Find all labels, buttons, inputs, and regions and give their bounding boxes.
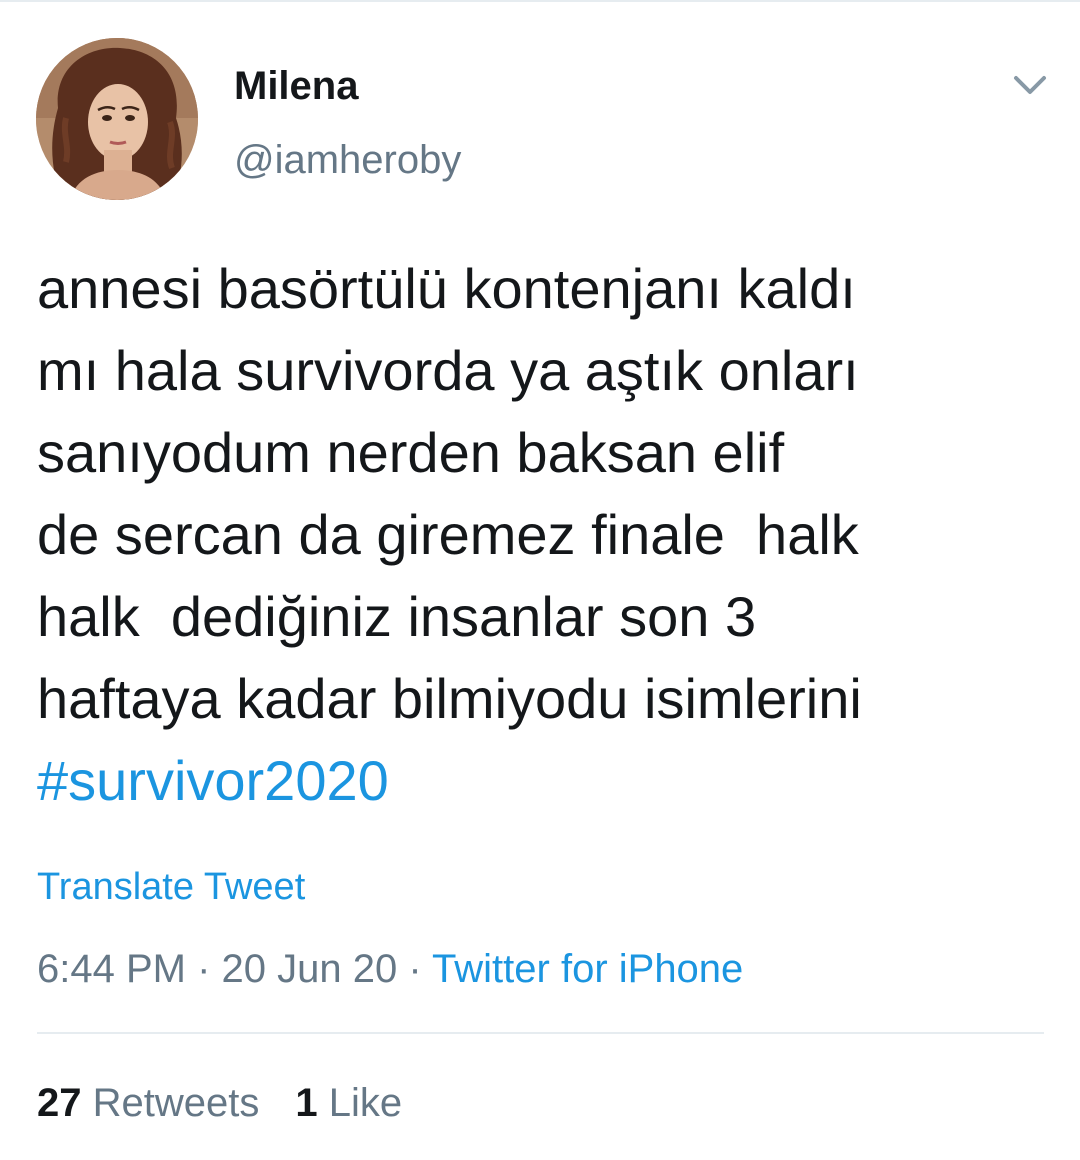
tweet-meta: 6:44 PM · 20 Jun 20 · Twitter for iPhone <box>37 944 743 994</box>
tweet-text-line: annesi basörtülü kontenjanı kaldı <box>37 257 856 320</box>
hashtag-link[interactable]: #survivor2020 <box>37 740 1047 822</box>
tweet-card: Milena @iamheroby annesi basörtülü konte… <box>0 0 1080 1160</box>
translate-tweet-link[interactable]: Translate Tweet <box>37 864 305 910</box>
meta-separator: · <box>397 947 433 991</box>
likes-stat[interactable]: 1 Like <box>295 1078 402 1128</box>
tweet-text-line: de sercan da giremez finale halk <box>37 503 859 566</box>
display-name[interactable]: Milena <box>234 62 358 110</box>
tweet-stats: 27 Retweets 1 Like <box>37 1078 402 1128</box>
tweet-text-line: halk dediğiniz insanlar son 3 <box>37 585 757 648</box>
avatar[interactable] <box>36 38 198 200</box>
stats-divider <box>37 1032 1044 1034</box>
profile-photo-icon <box>36 38 198 200</box>
tweet-time[interactable]: 6:44 PM <box>37 947 186 991</box>
likes-label: Like <box>328 1081 403 1125</box>
meta-separator: · <box>185 947 222 991</box>
retweets-label: Retweets <box>92 1081 260 1125</box>
chevron-down-icon[interactable] <box>1008 66 1052 102</box>
tweet-text: annesi basörtülü kontenjanı kaldı mı hal… <box>37 248 1047 822</box>
tweet-date[interactable]: 20 Jun 20 <box>222 947 398 991</box>
retweets-count: 27 <box>37 1081 82 1125</box>
tweet-source-link[interactable]: Twitter for iPhone <box>432 947 743 991</box>
user-handle[interactable]: @iamheroby <box>234 136 461 184</box>
tweet-text-line: sanıyodum nerden baksan elif <box>37 421 785 484</box>
tweet-text-line: mı hala survivorda ya aştık onları <box>37 339 859 402</box>
retweets-stat[interactable]: 27 Retweets <box>37 1078 259 1128</box>
likes-count: 1 <box>295 1081 318 1125</box>
tweet-text-line: haftaya kadar bilmiyodu isimlerini <box>37 667 862 730</box>
